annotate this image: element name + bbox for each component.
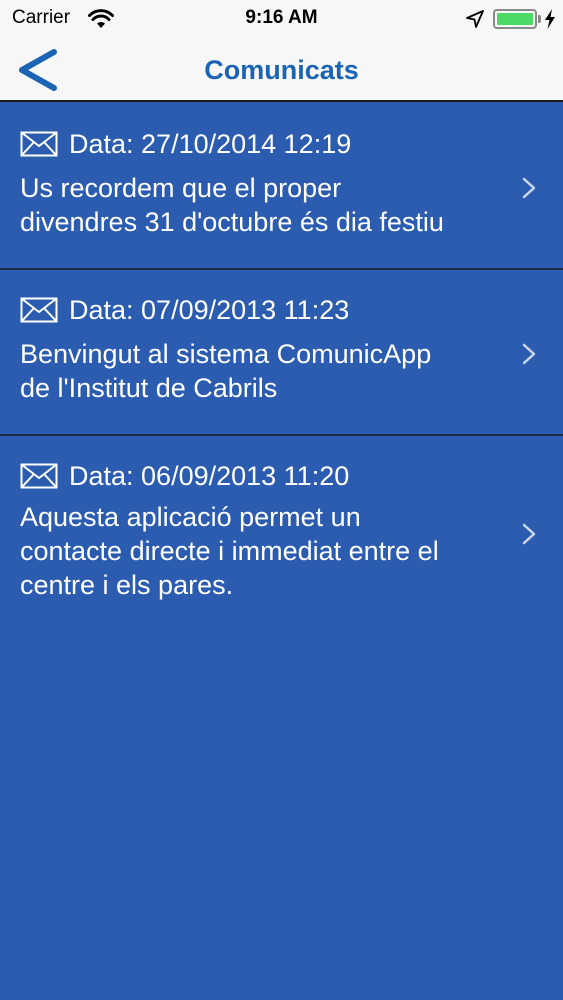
message-line: Aquesta aplicació permet un <box>20 502 361 532</box>
message-date-text: Data: 27/10/2014 12:19 <box>69 129 352 159</box>
location-arrow-icon <box>466 10 484 28</box>
message-line: Benvingut al sistema ComunicApp <box>20 339 432 369</box>
chevron-right-icon <box>522 523 536 545</box>
battery-tip <box>538 15 541 23</box>
envelope-icon <box>20 463 58 489</box>
message-line: contacte directe i immediat entre el <box>20 536 439 566</box>
battery-fill <box>497 13 533 25</box>
message-date-text: Data: 06/09/2013 11:20 <box>69 461 350 491</box>
charging-bolt-icon <box>545 9 555 29</box>
message-date-text: Data: 07/09/2013 11:23 <box>69 295 350 325</box>
message-row[interactable]: Data: 07/09/2013 11:23 Benvingut al sist… <box>0 270 563 436</box>
status-bar: Carrier 9:16 AM <box>0 0 563 38</box>
message-line: centre i els pares. <box>20 570 234 600</box>
chevron-right-icon <box>522 343 536 365</box>
message-text: Us recordem que el proper divendres 31 d… <box>20 171 510 239</box>
message-date: Data: 06/09/2013 11:20 <box>20 460 349 492</box>
message-text: Benvingut al sistema ComunicApp de l'Ins… <box>20 337 510 405</box>
message-list: Data: 27/10/2014 12:19 Us recordem que e… <box>0 104 563 1000</box>
chevron-right-icon <box>522 177 536 199</box>
message-row[interactable]: Data: 27/10/2014 12:19 Us recordem que e… <box>0 104 563 270</box>
message-line: divendres 31 d'octubre és dia festiu <box>20 207 444 237</box>
message-line: Us recordem que el proper <box>20 173 342 203</box>
envelope-icon <box>20 131 58 157</box>
message-date: Data: 27/10/2014 12:19 <box>20 128 351 160</box>
envelope-icon <box>20 297 58 323</box>
message-line: de l'Institut de Cabrils <box>20 373 278 403</box>
page-title: Comunicats <box>204 55 359 85</box>
message-row[interactable]: Data: 06/09/2013 11:20 Aquesta aplicació… <box>0 436 563 1000</box>
message-date: Data: 07/09/2013 11:23 <box>20 294 349 326</box>
message-text: Aquesta aplicació permet un contacte dir… <box>20 500 510 602</box>
navigation-bar: Comunicats <box>0 38 563 102</box>
battery-icon <box>493 9 537 29</box>
